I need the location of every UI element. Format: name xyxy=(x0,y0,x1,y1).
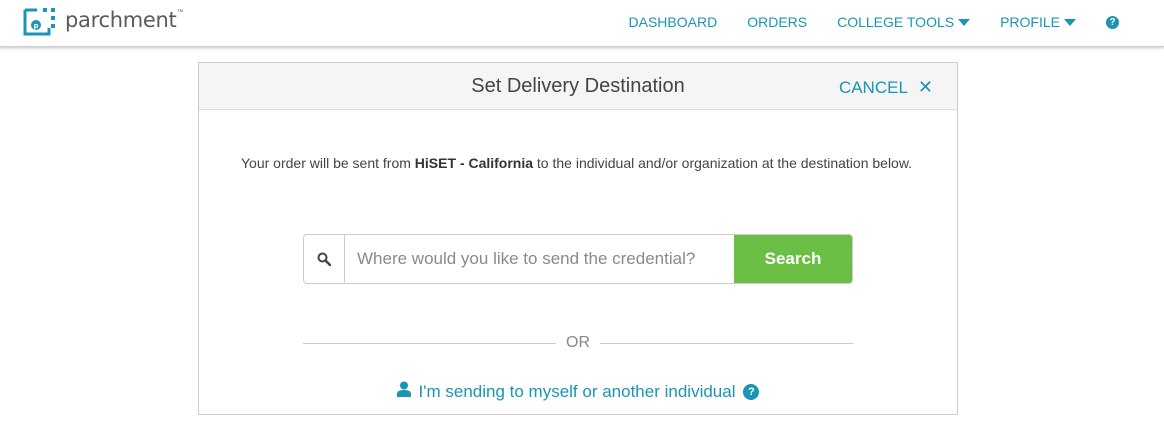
svg-text:p: p xyxy=(33,22,38,30)
parchment-logo[interactable]: p parchment ™ xyxy=(23,6,183,38)
send-to-individual-link[interactable]: I'm sending to myself or another individ… xyxy=(419,382,736,402)
cancel-button[interactable]: CANCEL ✕ xyxy=(839,77,933,98)
close-icon: ✕ xyxy=(917,77,933,97)
delivery-destination-modal: Set Delivery Destination CANCEL ✕ Your o… xyxy=(198,62,958,415)
divider-line-left xyxy=(303,342,556,344)
nav-profile[interactable]: PROFILE xyxy=(1000,14,1076,30)
top-navbar: p parchment ™ DASHBOARD ORDERS COLLEGE T… xyxy=(0,0,1164,47)
modal-header: Set Delivery Destination CANCEL ✕ xyxy=(199,63,957,110)
caret-down-icon xyxy=(958,18,971,26)
or-divider: OR xyxy=(303,333,853,353)
nav-orders[interactable]: ORDERS xyxy=(747,14,807,30)
send-to-individual-link-row: I'm sending to myself or another individ… xyxy=(199,381,957,402)
user-icon xyxy=(396,381,411,402)
parchment-logo-icon: p xyxy=(23,6,59,38)
intro-before: Your order will be sent from xyxy=(241,155,415,171)
caret-down-icon xyxy=(1064,18,1076,26)
nav-dashboard[interactable]: DASHBOARD xyxy=(629,14,718,30)
brand-trademark: ™ xyxy=(176,8,184,16)
destination-search-input[interactable] xyxy=(345,235,734,283)
or-label: OR xyxy=(566,334,590,351)
intro-after: to the individual and/or organization at… xyxy=(533,155,913,171)
divider-line-right xyxy=(600,342,853,344)
nav-profile-label: PROFILE xyxy=(1000,14,1060,30)
intro-text: Your order will be sent from HiSET - Cal… xyxy=(241,153,921,173)
search-button[interactable]: Search xyxy=(734,235,852,283)
help-icon[interactable]: ? xyxy=(743,383,760,400)
help-icon[interactable]: ? xyxy=(1106,15,1119,29)
cancel-label: CANCEL xyxy=(838,77,908,97)
brand-name: parchment xyxy=(65,8,177,32)
sending-institution: HiSET - California xyxy=(414,155,534,171)
search-icon xyxy=(304,235,345,283)
destination-search-group: Search xyxy=(303,234,853,284)
nav-college-tools[interactable]: COLLEGE TOOLS xyxy=(837,14,971,30)
main-nav: DASHBOARD ORDERS COLLEGE TOOLS PROFILE ? xyxy=(599,0,1164,44)
nav-college-tools-label: COLLEGE TOOLS xyxy=(837,14,955,30)
